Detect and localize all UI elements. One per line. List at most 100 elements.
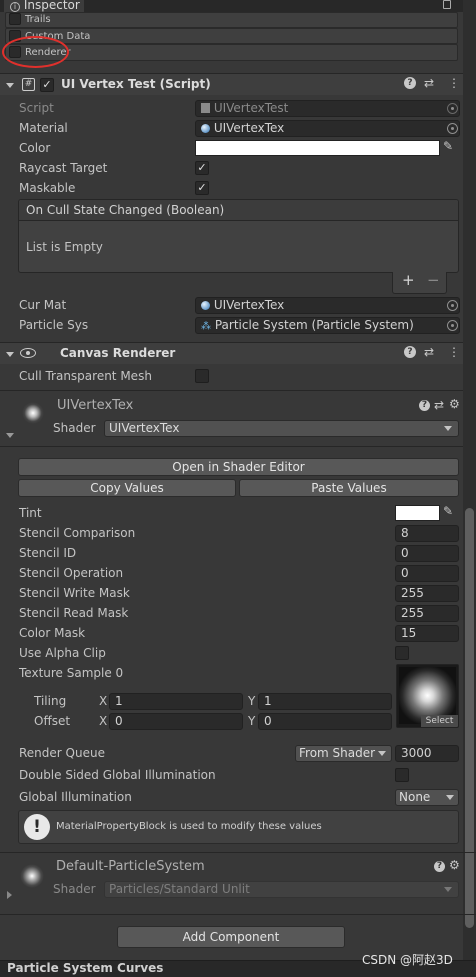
alpha-clip-checkbox[interactable]	[395, 646, 409, 660]
render-queue-field[interactable]: 3000	[395, 745, 459, 762]
tiling-x-label: X	[99, 694, 108, 708]
material-preview-icon	[22, 402, 44, 424]
tab-inspector[interactable]: i Inspector	[4, 0, 84, 12]
stencil-write-mask-field[interactable]: 255	[395, 585, 459, 602]
curmat-picker-icon[interactable]	[447, 300, 458, 311]
offset-label: Offset	[34, 714, 71, 728]
default-foldout-icon[interactable]	[7, 891, 12, 899]
stencil-id-field[interactable]: 0	[395, 545, 459, 562]
render-queue-mode: From Shader	[299, 746, 376, 760]
material-foldout-icon[interactable]	[6, 433, 14, 438]
component-menu-icon[interactable]: ⋮	[448, 76, 460, 90]
material-presets-icon[interactable]: ⇄	[434, 398, 444, 412]
module-custom-data[interactable]: Custom Data	[5, 28, 458, 44]
tint-eyedropper-icon[interactable]: ✎	[443, 504, 453, 518]
material-help-icon[interactable]: ?	[419, 400, 430, 411]
particle-system-icon: ⁂	[201, 321, 211, 332]
script-component-header[interactable]: # ✓ UI Vertex Test (Script) ? ⇄ ⋮	[0, 73, 476, 95]
material-field[interactable]: UIVertexTex	[195, 120, 460, 137]
add-component-button[interactable]: Add Component	[117, 926, 345, 948]
texture-slot[interactable]: Select	[396, 664, 459, 728]
stencil-operation-field[interactable]: 0	[395, 565, 459, 582]
canvas-foldout-arrow-icon[interactable]	[6, 352, 14, 357]
add-event-button[interactable]: +	[402, 271, 415, 289]
color-mask-label: Color Mask	[19, 626, 86, 640]
foldout-arrow-icon[interactable]	[6, 83, 14, 88]
trails-checkbox[interactable]	[9, 13, 21, 25]
tiling-y-label: Y	[248, 694, 256, 708]
render-queue-arrow-icon	[378, 751, 386, 756]
stencil-comparison-field[interactable]: 8	[395, 525, 459, 542]
render-queue-label: Render Queue	[19, 746, 105, 760]
canvas-renderer-header[interactable]: Canvas Renderer ? ⇄ ⋮	[0, 342, 476, 364]
cull-checkbox[interactable]	[195, 369, 209, 383]
script-value: UIVertexTest	[213, 101, 289, 115]
tiling-y-field[interactable]: 1	[258, 693, 392, 710]
stencil-write-mask-label: Stencil Write Mask	[19, 586, 130, 600]
warning-icon: !	[24, 814, 50, 840]
color-swatch[interactable]	[195, 140, 440, 156]
open-shader-editor-button[interactable]: Open in Shader Editor	[18, 458, 459, 476]
render-queue-dropdown[interactable]: From Shader	[295, 745, 392, 762]
eyedropper-icon[interactable]: ✎	[443, 139, 453, 153]
texture-select-button[interactable]: Select	[421, 715, 458, 727]
shader-dropdown[interactable]: UIVertexTex	[104, 420, 459, 437]
offset-x-field[interactable]: 0	[109, 713, 243, 730]
module-trails[interactable]: Trails	[5, 12, 458, 28]
particle-value: Particle System (Particle System)	[214, 318, 414, 332]
tint-label: Tint	[19, 506, 42, 520]
raycast-checkbox[interactable]: ✓	[195, 161, 209, 175]
default-help-icon[interactable]: ?	[434, 861, 445, 872]
dsgi-checkbox[interactable]	[395, 768, 409, 782]
raycast-label: Raycast Target	[19, 161, 108, 175]
paste-values-button[interactable]: Paste Values	[239, 479, 459, 497]
canvas-presets-icon[interactable]: ⇄	[424, 345, 434, 359]
lock-icon[interactable]	[443, 0, 451, 9]
particle-picker-icon[interactable]	[447, 320, 458, 331]
trails-label: Trails	[25, 14, 51, 25]
default-material-preview-icon	[20, 864, 44, 888]
cull-label: Cull Transparent Mesh	[19, 369, 152, 383]
default-material-divider	[0, 852, 476, 853]
stencil-id-label: Stencil ID	[19, 546, 77, 560]
material-picker-icon[interactable]	[447, 123, 458, 134]
default-shader-arrow-icon	[444, 887, 452, 892]
script-picker-icon[interactable]	[447, 103, 458, 114]
script-icon: #	[22, 78, 35, 91]
event-list: On Cull State Changed (Boolean) List is …	[18, 199, 459, 273]
tiling-label: Tiling	[34, 694, 67, 708]
canvas-menu-icon[interactable]: ⋮	[448, 345, 460, 359]
script-enabled-checkbox[interactable]: ✓	[40, 78, 54, 92]
stencil-operation-label: Stencil Operation	[19, 566, 124, 580]
footer-title: Particle System Curves	[7, 961, 164, 975]
gi-dropdown[interactable]: None	[395, 789, 459, 806]
default-shader-label: Shader	[53, 882, 96, 896]
offset-y-field[interactable]: 0	[258, 713, 392, 730]
default-inner-divider	[0, 914, 476, 915]
dsgi-label: Double Sided Global Illumination	[19, 768, 216, 782]
tint-swatch[interactable]	[395, 505, 440, 521]
info-box: ! MaterialPropertyBlock is used to modif…	[18, 810, 459, 844]
event-header: On Cull State Changed (Boolean)	[19, 200, 458, 221]
watermark: CSDN @阿赵3D	[362, 953, 453, 967]
remove-event-button[interactable]: −	[427, 271, 440, 289]
eye-pupil-icon	[26, 351, 30, 355]
help-icon[interactable]: ?	[404, 77, 416, 89]
texture-sample-label: Texture Sample 0	[19, 666, 124, 680]
shader-value: UIVertexTex	[109, 421, 180, 435]
maskable-label: Maskable	[19, 181, 76, 195]
presets-icon[interactable]: ⇄	[424, 76, 434, 90]
curmat-field[interactable]: UIVertexTex	[195, 297, 460, 314]
material-settings-icon[interactable]: ⚙	[449, 397, 460, 411]
scrollbar-thumb[interactable]	[465, 508, 474, 928]
canvas-help-icon[interactable]: ?	[404, 346, 416, 358]
color-mask-field[interactable]: 15	[395, 625, 459, 642]
stencil-read-mask-field[interactable]: 255	[395, 605, 459, 622]
copy-values-button[interactable]: Copy Values	[18, 479, 236, 497]
default-settings-icon[interactable]: ⚙	[449, 858, 460, 872]
particle-field[interactable]: ⁂ Particle System (Particle System)	[195, 317, 460, 334]
maskable-checkbox[interactable]: ✓	[195, 181, 209, 195]
tiling-x-field[interactable]: 1	[109, 693, 243, 710]
module-renderer[interactable]: Renderer	[5, 44, 458, 61]
event-empty-text: List is Empty	[26, 240, 103, 254]
